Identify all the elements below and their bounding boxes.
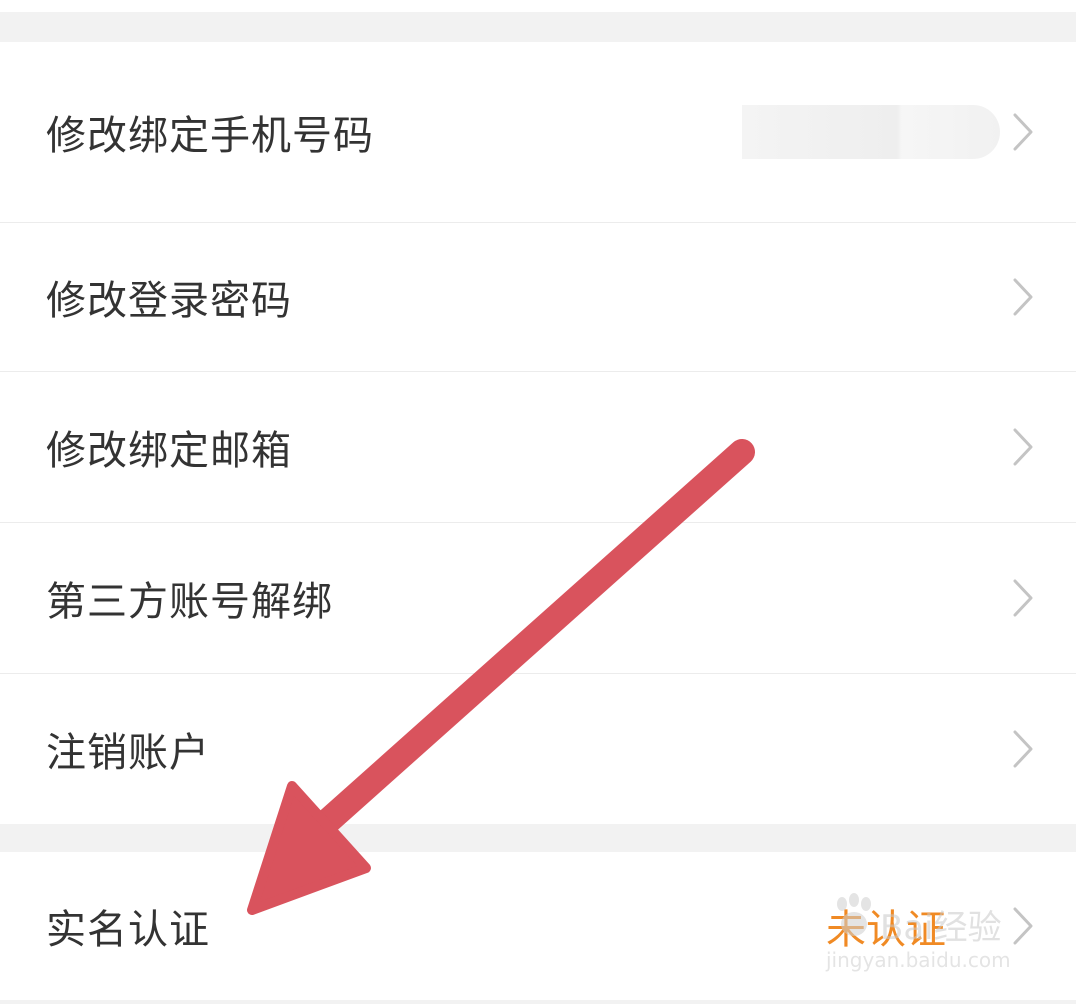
- row-change-phone[interactable]: 修改绑定手机号码: [0, 42, 1076, 222]
- row-close-account[interactable]: 注销账户: [0, 674, 1076, 824]
- phone-number-value-redacted: [742, 105, 1000, 159]
- row-label: 修改绑定手机号码: [46, 113, 374, 159]
- account-security-page: 修改绑定手机号码 修改登录密码 修改绑定邮箱 第三方账号解绑 注销账户 实名认证…: [0, 0, 1076, 1004]
- top-strip: [0, 0, 1076, 12]
- row-third-party-unbind[interactable]: 第三方账号解绑: [0, 523, 1076, 673]
- baidu-jingyan-watermark: Bai经验 jingyan.baidu.com: [818, 888, 1018, 983]
- chevron-right-icon: [1013, 278, 1033, 316]
- account-settings-group: 修改绑定手机号码 修改登录密码 修改绑定邮箱 第三方账号解绑 注销账户: [0, 42, 1076, 824]
- chevron-right-icon: [1013, 428, 1033, 466]
- row-label: 实名认证: [46, 907, 210, 953]
- row-change-email[interactable]: 修改绑定邮箱: [0, 372, 1076, 522]
- paw-logo-icon: [837, 893, 871, 936]
- watermark-brand: Bai经验: [880, 908, 1002, 948]
- watermark-domain: jingyan.baidu.com: [826, 948, 1011, 972]
- chevron-right-icon: [1013, 113, 1033, 151]
- row-label: 注销账户: [46, 730, 210, 776]
- row-label: 第三方账号解绑: [46, 579, 333, 625]
- row-change-password[interactable]: 修改登录密码: [0, 223, 1076, 371]
- row-label: 修改绑定邮箱: [46, 428, 292, 474]
- row-label: 修改登录密码: [46, 278, 292, 324]
- chevron-right-icon: [1013, 730, 1033, 768]
- chevron-right-icon: [1013, 579, 1033, 617]
